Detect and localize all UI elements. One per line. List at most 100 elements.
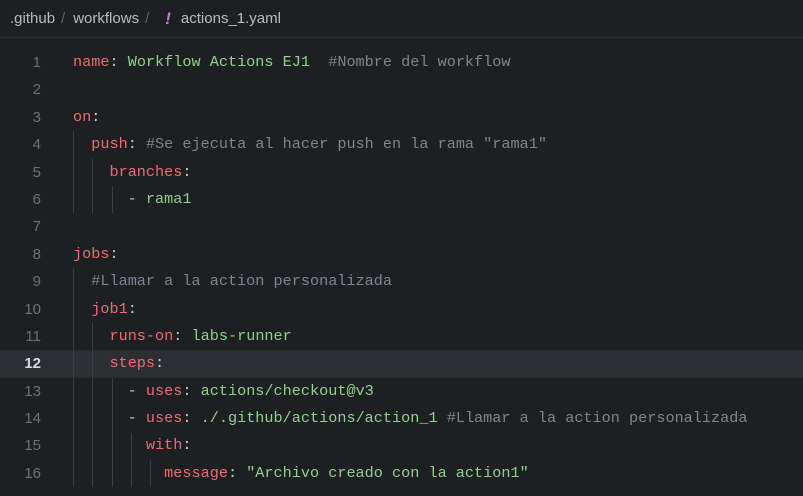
line-code: runs-on: labs-runner (73, 323, 292, 350)
code-token: name (73, 53, 110, 71)
code-token: ./.github/actions/action_1 (200, 409, 438, 428)
line-number: 1 (32, 54, 41, 71)
yaml-file-icon: ! (165, 8, 171, 28)
code-line[interactable]: 7 (0, 213, 803, 240)
indent-guide (150, 460, 152, 488)
line-number: 11 (25, 327, 41, 345)
code-token: : (182, 436, 192, 455)
code-token: : (155, 354, 165, 373)
code-token: job1 (91, 299, 128, 318)
line-code: - rama1 (73, 186, 192, 213)
line-number: 4 (32, 136, 41, 154)
code-line[interactable]: 12 steps: (0, 350, 803, 378)
breadcrumb-item-github[interactable]: .github (10, 10, 55, 27)
code-line[interactable]: 5 branches: (0, 159, 803, 186)
code-line[interactable]: 6 - rama1 (0, 186, 803, 213)
code-token: branches (109, 162, 183, 181)
line-code: - uses: actions/checkout@v3 (73, 378, 374, 405)
code-token: on (73, 107, 92, 126)
line-number: 15 (24, 437, 41, 455)
line-number: 5 (32, 163, 41, 181)
code-line[interactable]: 10 job1: (0, 296, 803, 323)
code-token: steps (109, 354, 156, 373)
line-number: 9 (32, 273, 41, 291)
code-token: runs-on (109, 326, 174, 345)
code-token: push (91, 135, 128, 154)
code-token: #Se ejecuta al hacer push en la rama "ra… (145, 135, 547, 154)
code-token: : (182, 162, 192, 181)
code-token: : (91, 107, 101, 126)
line-number: 13 (24, 382, 41, 400)
code-token: message (164, 463, 228, 482)
line-number: 3 (32, 108, 41, 126)
breadcrumb: .github / workflows / ! actions_1.yaml (0, 0, 803, 38)
editor-window: .github / workflows / ! actions_1.yaml 1… (0, 0, 803, 496)
line-code: jobs: (73, 241, 119, 268)
code-line[interactable]: 9 #Llamar a la action personalizada (0, 268, 803, 295)
code-line[interactable]: 11 runs-on: labs-runner (0, 323, 803, 350)
breadcrumb-separator: / (61, 10, 66, 27)
code-token: - (73, 189, 146, 208)
code-token: #Llamar a la action personalizada (446, 409, 748, 428)
line-number: 12 (24, 355, 41, 373)
code-token: Workflow Actions EJ1 (127, 53, 310, 71)
line-number: 10 (24, 300, 41, 318)
line-code: steps: (73, 350, 164, 377)
code-token: actions/checkout@v3 (200, 381, 374, 400)
line-number: 8 (32, 245, 41, 263)
code-token: uses (145, 409, 183, 428)
code-line[interactable]: 15 with: (0, 432, 803, 459)
code-token: jobs (73, 244, 110, 263)
code-line[interactable]: 2 (0, 76, 803, 103)
indent-guide (92, 323, 94, 488)
line-code: - uses: ./.github/actions/action_1 #Llam… (73, 405, 748, 432)
indent-guide (111, 186, 113, 214)
code-token: : (109, 53, 128, 71)
line-code: name: Workflow Actions EJ1 #Nombre del w… (73, 49, 511, 76)
code-token: #Nombre del workflow (328, 53, 511, 71)
line-number: 14 (24, 410, 41, 428)
code-line[interactable]: 1 name: Workflow Actions EJ1 #Nombre del … (0, 49, 803, 76)
code-line[interactable]: 3 on: (0, 104, 803, 131)
indent-guide (92, 158, 94, 214)
line-number: 7 (32, 218, 41, 236)
code-editor[interactable]: 1 name: Workflow Actions EJ1 #Nombre del … (0, 49, 803, 488)
line-code: job1: (73, 296, 137, 323)
breadcrumb-separator: / (145, 10, 150, 27)
code-token: : (127, 135, 146, 154)
code-token: : (182, 409, 201, 428)
indent-guide (111, 377, 113, 488)
line-code: on: (73, 104, 100, 131)
code-line[interactable]: 14 - uses: ./.github/actions/action_1 #L… (0, 405, 803, 432)
code-line[interactable]: 13 - uses: actions/checkout@v3 (0, 378, 803, 405)
line-code: push: #Se ejecuta al hacer push en la ra… (73, 131, 547, 158)
breadcrumb-item-workflows[interactable]: workflows (73, 10, 139, 27)
line-code: branches: (73, 159, 192, 186)
line-code: message: "Archivo creado con la action1" (73, 460, 529, 487)
code-line[interactable]: 8 jobs: (0, 241, 803, 268)
code-line[interactable]: 16 message: "Archivo creado con la actio… (0, 460, 803, 487)
line-code: #Llamar a la action personalizada (73, 268, 392, 295)
line-number: 2 (32, 81, 41, 99)
code-line[interactable]: 4 push: #Se ejecuta al hacer push en la … (0, 131, 803, 158)
code-token: labs-runner (191, 326, 292, 345)
code-token: rama1 (145, 189, 192, 208)
code-token: : (173, 326, 192, 345)
indent-guide (73, 131, 74, 214)
code-token: : (109, 244, 119, 263)
code-token: uses (145, 381, 183, 400)
code-token: : (127, 299, 137, 318)
code-token: : (182, 381, 201, 400)
breadcrumb-item-file[interactable]: actions_1.yaml (181, 10, 281, 27)
code-token: #Llamar a la action personalizada (91, 272, 392, 291)
code-token: - (73, 409, 146, 428)
